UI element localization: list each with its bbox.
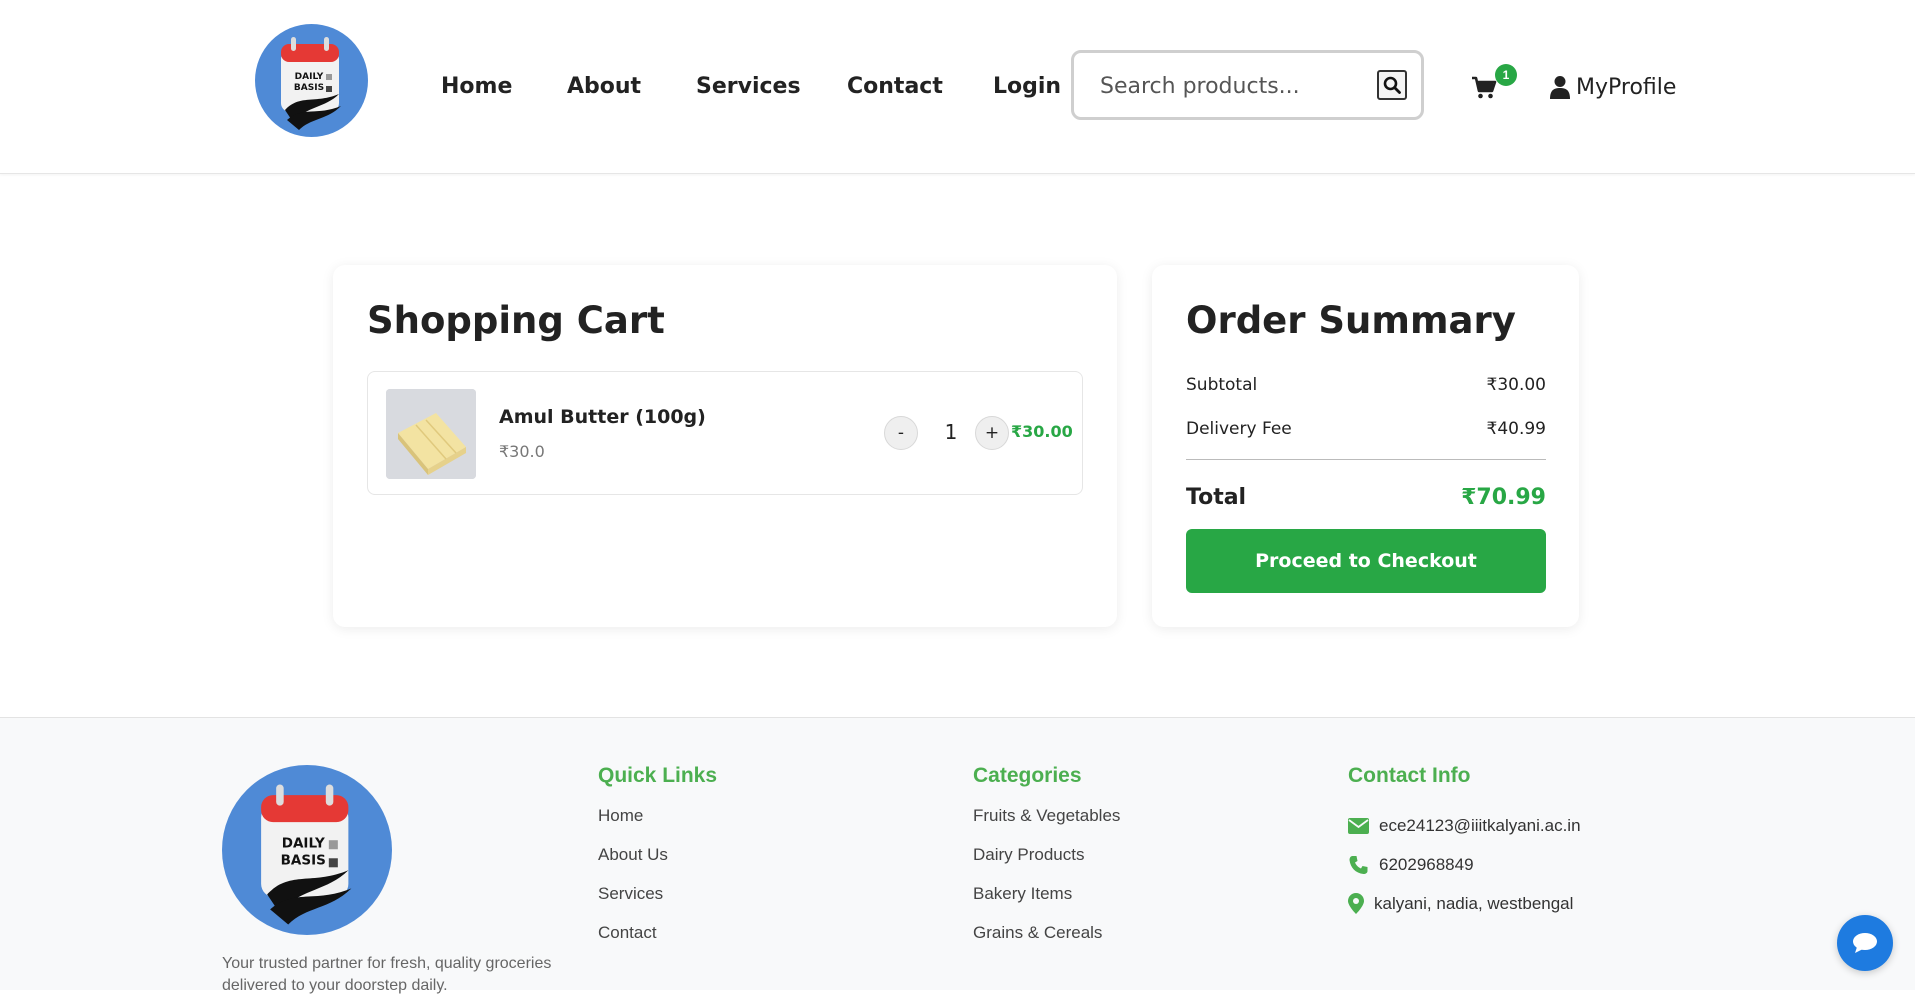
subtotal-label: Subtotal xyxy=(1186,375,1258,395)
contact-email: ece24123@iiitkalyani.ac.in xyxy=(1348,806,1581,845)
contact-phone-text: 6202968849 xyxy=(1379,854,1474,874)
contact-info-column: Contact Info ece24123@iiitkalyani.ac.in … xyxy=(1348,764,1581,923)
quick-links-column: Quick Links Home About Us Services Conta… xyxy=(598,764,717,962)
chat-button[interactable] xyxy=(1837,915,1893,971)
category-link-bakery[interactable]: Bakery Items xyxy=(973,884,1120,923)
product-image xyxy=(386,389,476,479)
item-line-total: ₹30.00 xyxy=(1011,422,1073,441)
cart-count-badge: 1 xyxy=(1495,64,1517,86)
checkout-button[interactable]: Proceed to Checkout xyxy=(1186,529,1546,593)
nav-login[interactable]: Login xyxy=(993,70,1061,104)
summary-title: Order Summary xyxy=(1186,299,1516,342)
order-summary-panel: Order Summary Subtotal ₹30.00 Delivery F… xyxy=(1152,265,1579,627)
user-icon xyxy=(1550,76,1570,99)
svg-text:BASIS: BASIS xyxy=(281,852,326,868)
cart-icon xyxy=(1472,76,1497,99)
total-value: ₹70.99 xyxy=(1461,485,1546,510)
footer-link-services[interactable]: Services xyxy=(598,884,717,923)
profile-link[interactable]: MyProfile xyxy=(1550,70,1676,104)
subtotal-row: Subtotal ₹30.00 xyxy=(1186,375,1546,395)
footer-link-about[interactable]: About Us xyxy=(598,845,717,884)
footer-tagline: Your trusted partner for fresh, quality … xyxy=(222,955,552,994)
delivery-fee-value: ₹40.99 xyxy=(1486,419,1546,439)
contact-email-text: ece24123@iiitkalyani.ac.in xyxy=(1379,815,1581,835)
contact-address: kalyani, nadia, westbengal xyxy=(1348,884,1581,923)
categories-title: Categories xyxy=(973,764,1082,787)
product-unit-price: ₹30.0 xyxy=(499,442,545,461)
contact-phone: 6202968849 xyxy=(1348,845,1581,884)
phone-icon xyxy=(1349,855,1368,874)
category-link-grains[interactable]: Grains & Cereals xyxy=(973,923,1120,962)
search-input[interactable] xyxy=(1098,67,1362,105)
svg-text:DAILY: DAILY xyxy=(282,836,325,852)
shopping-cart-panel: Shopping Cart Amul Butter (100g) ₹30.0 -… xyxy=(333,265,1117,627)
chat-icon xyxy=(1853,933,1877,953)
search-bar xyxy=(1071,50,1424,120)
category-link-dairy[interactable]: Dairy Products xyxy=(973,845,1120,884)
quantity-value: 1 xyxy=(944,420,958,444)
nav-services[interactable]: Services xyxy=(696,70,801,104)
search-button[interactable] xyxy=(1377,70,1407,100)
delivery-fee-row: Delivery Fee ₹40.99 xyxy=(1186,419,1546,439)
map-pin-icon xyxy=(1348,893,1364,914)
svg-text:BASIS: BASIS xyxy=(294,83,324,93)
increase-quantity-button[interactable]: + xyxy=(975,416,1009,450)
cart-button[interactable]: 1 xyxy=(1468,64,1520,108)
footer-logo: DAILY BASIS xyxy=(222,765,392,935)
site-logo[interactable]: DAILY BASIS xyxy=(255,24,368,137)
nav-about[interactable]: About xyxy=(567,70,641,104)
total-row: Total ₹70.99 xyxy=(1186,485,1546,510)
footer-link-contact[interactable]: Contact xyxy=(598,923,717,962)
cart-title: Shopping Cart xyxy=(367,299,665,342)
total-label: Total xyxy=(1186,485,1247,510)
site-footer: DAILY BASIS Your trusted partner for fre… xyxy=(0,717,1915,994)
decrease-quantity-button[interactable]: - xyxy=(884,416,918,450)
svg-text:DAILY: DAILY xyxy=(295,72,324,82)
search-icon xyxy=(1383,76,1401,94)
delivery-fee-label: Delivery Fee xyxy=(1186,419,1292,439)
cart-item: Amul Butter (100g) ₹30.0 - 1 + ₹30.00 xyxy=(367,371,1083,495)
contact-address-text: kalyani, nadia, westbengal xyxy=(1374,893,1574,913)
footer-link-home[interactable]: Home xyxy=(598,806,717,845)
product-name: Amul Butter (100g) xyxy=(499,406,706,428)
nav-contact[interactable]: Contact xyxy=(847,70,943,104)
nav-home[interactable]: Home xyxy=(441,70,512,104)
profile-label: MyProfile xyxy=(1576,74,1677,100)
categories-column: Categories Fruits & Vegetables Dairy Pro… xyxy=(973,764,1120,962)
contact-info-title: Contact Info xyxy=(1348,764,1471,787)
category-link-fruits[interactable]: Fruits & Vegetables xyxy=(973,806,1120,845)
subtotal-value: ₹30.00 xyxy=(1486,375,1546,395)
envelope-icon xyxy=(1348,817,1369,834)
quick-links-title: Quick Links xyxy=(598,764,718,787)
site-header: DAILY BASIS Home About Services Contact … xyxy=(0,0,1915,174)
summary-divider xyxy=(1186,459,1546,460)
